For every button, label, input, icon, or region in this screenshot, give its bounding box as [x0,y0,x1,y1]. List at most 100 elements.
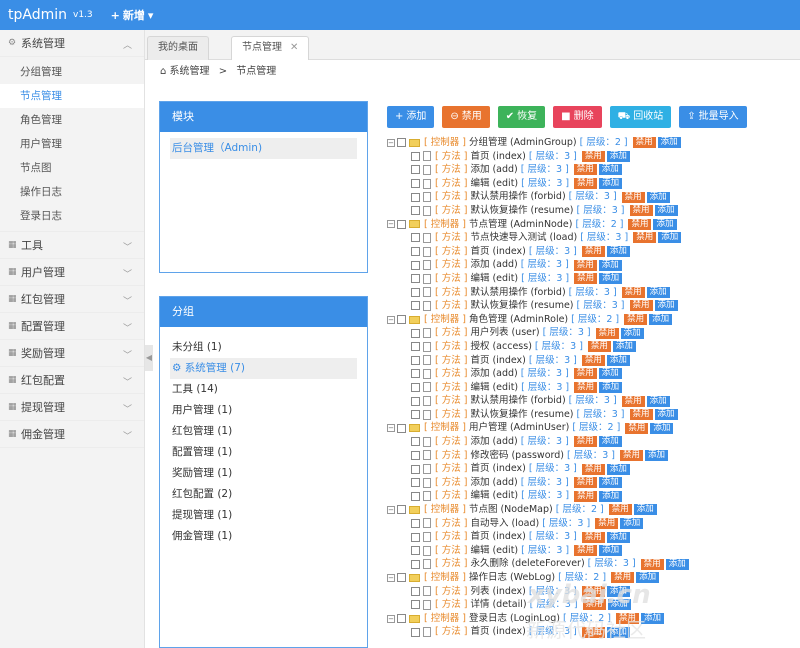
row-checkbox[interactable] [397,219,406,229]
sidebar-item[interactable]: 节点管理 [0,84,144,108]
add-button[interactable]: 添加 [599,381,623,393]
row-checkbox[interactable] [397,614,406,624]
toolbar-button[interactable]: ■ 删除 [553,106,602,128]
row-checkbox[interactable] [411,396,420,406]
disable-button[interactable]: 禁用 [640,558,664,570]
sidebar-item[interactable]: 用户管理 [0,132,144,156]
node-name[interactable]: 添加 (add) [470,367,517,381]
disable-button[interactable]: 禁用 [608,504,632,516]
disable-button[interactable]: 禁用 [621,191,645,203]
row-checkbox[interactable] [397,138,406,148]
node-name[interactable]: 首页 (index) [470,150,525,164]
disable-button[interactable]: 禁用 [581,531,605,543]
group-item[interactable]: 奖励管理 (1) [170,463,357,484]
row-checkbox[interactable] [411,151,420,161]
add-button[interactable]: 添加 [654,409,678,421]
disable-button[interactable]: 禁用 [573,164,597,176]
row-checkbox[interactable] [411,165,420,175]
row-checkbox[interactable] [411,179,420,189]
add-button[interactable]: 添加 [649,314,673,326]
disable-button[interactable]: 禁用 [581,354,605,366]
node-name[interactable]: 默认禁用操作 (forbid) [470,286,565,300]
toolbar-button[interactable]: ⇪ 批量导入 [679,106,747,128]
sidebar-item[interactable]: 分组管理 [0,60,144,84]
sidebar-group[interactable]: ▦ 配置管理 ﹀ [0,313,144,340]
sidebar-group[interactable]: ▦ 佣金管理 ﹀ [0,421,144,448]
node-name[interactable]: 编辑 (edit) [470,177,518,191]
disable-button[interactable]: 禁用 [574,545,598,557]
row-checkbox[interactable] [411,559,420,569]
row-checkbox[interactable] [411,586,420,596]
tab-node-manage[interactable]: 节点管理 ✕ [231,36,310,60]
breadcrumb-home[interactable]: 系统管理 [170,66,210,77]
add-button[interactable]: 添加 [606,463,630,475]
node-name[interactable]: 节点快速导入测试 (load) [470,231,577,245]
collapse-icon[interactable]: − [387,614,395,623]
disable-button[interactable]: 禁用 [632,137,656,149]
sidebar-group[interactable]: ▦ 奖励管理 ﹀ [0,340,144,367]
sidebar-item[interactable]: 登录日志 [0,204,144,228]
add-button[interactable]: 添加 [606,354,630,366]
close-icon[interactable]: ✕ [290,42,298,53]
disable-button[interactable]: 禁用 [633,232,657,244]
group-item[interactable]: 红包配置 (2) [170,484,357,505]
add-button[interactable]: 添加 [645,449,669,461]
disable-button[interactable]: 禁用 [574,273,598,285]
tab-desktop[interactable]: 我的桌面 [147,36,209,60]
collapse-icon[interactable]: − [387,138,395,147]
row-checkbox[interactable] [411,450,420,460]
node-name[interactable]: 节点图 (NodeMap) [469,503,553,517]
add-button[interactable]: 添加 [598,164,622,176]
sidebar-group[interactable]: ▦ 用户管理 ﹀ [0,259,144,286]
group-item[interactable]: ⚙ 系统管理 (7) [170,358,357,379]
disable-button[interactable]: 禁用 [629,205,653,217]
group-item[interactable]: 用户管理 (1) [170,400,357,421]
node-name[interactable]: 授权 (access) [470,340,531,354]
disable-button[interactable]: 禁用 [629,409,653,421]
toolbar-button[interactable]: ⊖ 禁用 [442,106,490,128]
node-name[interactable]: 用户管理 (AdminUser) [469,421,569,435]
disable-button[interactable]: 禁用 [628,218,652,230]
group-item[interactable]: 配置管理 (1) [170,442,357,463]
sidebar-group[interactable]: ▦ 红包配置 ﹀ [0,367,144,394]
disable-button[interactable]: 禁用 [587,341,611,353]
add-button[interactable]: 添加 [650,422,674,434]
row-checkbox[interactable] [411,437,420,447]
row-checkbox[interactable] [411,491,420,501]
sidebar-collapse-toggle[interactable]: ◀ [145,345,153,371]
add-button[interactable]: 添加 [633,504,657,516]
group-item[interactable]: 佣金管理 (1) [170,526,357,547]
node-name[interactable]: 添加 (add) [470,435,517,449]
add-button[interactable]: 添加 [646,395,670,407]
row-checkbox[interactable] [411,287,420,297]
node-name[interactable]: 首页 (index) [470,530,525,544]
row-checkbox[interactable] [411,410,420,420]
sidebar-item[interactable]: 角色管理 [0,108,144,132]
row-checkbox[interactable] [411,342,420,352]
group-item[interactable]: 红包管理 (1) [170,421,357,442]
row-checkbox[interactable] [411,627,420,637]
disable-button[interactable]: 禁用 [574,178,598,190]
app-logo[interactable]: tpAdmin [8,7,67,23]
row-checkbox[interactable] [411,328,420,338]
disable-button[interactable]: 禁用 [624,314,648,326]
add-button[interactable]: 添加 [654,205,678,217]
disable-button[interactable]: 禁用 [574,490,598,502]
node-name[interactable]: 默认禁用操作 (forbid) [470,394,565,408]
disable-button[interactable]: 禁用 [573,477,597,489]
node-name[interactable]: 节点管理 (AdminNode) [469,218,573,232]
add-button[interactable]: 添加 [658,232,682,244]
collapse-icon[interactable]: − [387,315,395,324]
node-name[interactable]: 分组管理 (AdminGroup) [469,136,577,150]
node-name[interactable]: 列表 (index) [470,585,525,599]
disable-button[interactable]: 禁用 [595,517,619,529]
node-name[interactable]: 首页 (index) [470,625,525,639]
add-button[interactable]: 添加 [606,246,630,258]
collapse-icon[interactable]: − [387,424,395,433]
node-name[interactable]: 首页 (index) [470,354,525,368]
disable-button[interactable]: 禁用 [625,422,649,434]
add-button[interactable]: 添加 [646,286,670,298]
node-name[interactable]: 添加 (add) [470,258,517,272]
node-name[interactable]: 永久删除 (deleteForever) [470,557,584,571]
group-item[interactable]: 提现管理 (1) [170,505,357,526]
